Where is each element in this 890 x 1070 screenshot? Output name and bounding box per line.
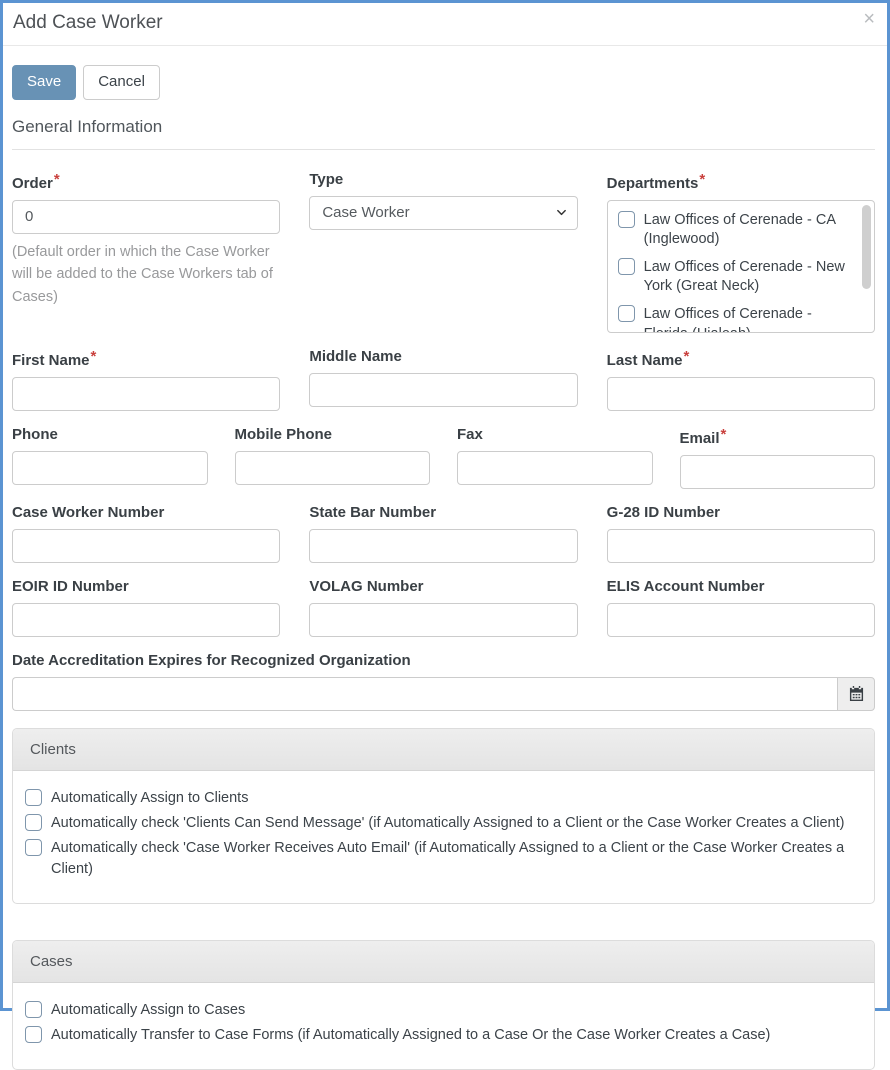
clients-panel-body: Automatically Assign to Clients Automati… bbox=[13, 771, 874, 903]
clients-checkbox-row[interactable]: Automatically check 'Clients Can Send Me… bbox=[25, 813, 862, 834]
first-name-input[interactable] bbox=[12, 377, 280, 411]
mobile-phone-label: Mobile Phone bbox=[235, 426, 431, 443]
fax-label: Fax bbox=[457, 426, 653, 443]
checkbox-label: Automatically check 'Case Worker Receive… bbox=[51, 838, 862, 880]
phone-label: Phone bbox=[12, 426, 208, 443]
field-last-name: Last Name* bbox=[607, 348, 875, 411]
save-button[interactable]: Save bbox=[12, 65, 76, 100]
section-title-general-information: General Information bbox=[12, 117, 875, 150]
elis-account-number-label: ELIS Account Number bbox=[607, 578, 875, 595]
department-checkbox[interactable] bbox=[618, 258, 635, 275]
date-accreditation-input[interactable] bbox=[12, 677, 837, 711]
field-type: Type Case Worker bbox=[309, 171, 577, 333]
order-label: Order* bbox=[12, 171, 280, 192]
field-phone: Phone bbox=[12, 426, 208, 489]
toolbar: Save Cancel bbox=[3, 46, 887, 100]
cancel-button[interactable]: Cancel bbox=[83, 65, 160, 100]
cases-checkbox-row[interactable]: Automatically Transfer to Case Forms (if… bbox=[25, 1025, 862, 1046]
department-option-label: Law Offices of Cerenade - New York (Grea… bbox=[644, 257, 854, 297]
phone-input[interactable] bbox=[12, 451, 208, 485]
required-asterisk: * bbox=[91, 348, 97, 365]
calendar-icon bbox=[849, 686, 864, 701]
required-asterisk: * bbox=[721, 426, 727, 443]
volag-number-label: VOLAG Number bbox=[309, 578, 577, 595]
department-option[interactable]: Law Offices of Cerenade - New York (Grea… bbox=[618, 257, 854, 297]
field-departments: Departments* Law Offices of Cerenade - C… bbox=[607, 171, 875, 333]
email-label: Email* bbox=[680, 426, 876, 447]
departments-scrollbar[interactable] bbox=[862, 205, 871, 289]
order-help-text: (Default order in which the Case Worker … bbox=[12, 241, 280, 308]
page-title: Add Case Worker bbox=[13, 12, 163, 33]
department-option-label: Law Offices of Cerenade - Florida (Hiale… bbox=[644, 304, 854, 333]
eoir-id-number-label: EOIR ID Number bbox=[12, 578, 280, 595]
field-first-name: First Name* bbox=[12, 348, 280, 411]
cases-checkbox-row[interactable]: Automatically Assign to Cases bbox=[25, 1000, 862, 1021]
type-label: Type bbox=[309, 171, 577, 188]
g28-id-number-label: G-28 ID Number bbox=[607, 504, 875, 521]
form-content: Order* (Default order in which the Case … bbox=[3, 171, 887, 711]
required-asterisk: * bbox=[699, 171, 705, 188]
fax-input[interactable] bbox=[457, 451, 653, 485]
checkbox-label: Automatically Transfer to Case Forms (if… bbox=[51, 1025, 770, 1046]
clients-panel: Clients Automatically Assign to Clients … bbox=[12, 728, 875, 904]
departments-listbox[interactable]: Law Offices of Cerenade - CA (Inglewood)… bbox=[607, 200, 875, 333]
auto-assign-cases-checkbox[interactable] bbox=[25, 1001, 42, 1018]
dialog-header: Add Case Worker × bbox=[3, 3, 887, 46]
field-order: Order* (Default order in which the Case … bbox=[12, 171, 280, 333]
middle-name-label: Middle Name bbox=[309, 348, 577, 365]
department-option[interactable]: Law Offices of Cerenade - CA (Inglewood) bbox=[618, 210, 854, 250]
clients-panel-header: Clients bbox=[13, 729, 874, 771]
field-case-worker-number: Case Worker Number bbox=[12, 504, 280, 563]
cases-panel: Cases Automatically Assign to Cases Auto… bbox=[12, 940, 875, 1070]
date-picker-button[interactable] bbox=[837, 677, 875, 711]
state-bar-number-input[interactable] bbox=[309, 529, 577, 563]
field-volag-number: VOLAG Number bbox=[309, 578, 577, 637]
field-date-accreditation: Date Accreditation Expires for Recognize… bbox=[12, 652, 875, 711]
elis-account-number-input[interactable] bbox=[607, 603, 875, 637]
last-name-label: Last Name* bbox=[607, 348, 875, 369]
required-asterisk: * bbox=[684, 348, 690, 365]
department-checkbox[interactable] bbox=[618, 305, 635, 322]
date-accreditation-label: Date Accreditation Expires for Recognize… bbox=[12, 652, 875, 669]
first-name-label: First Name* bbox=[12, 348, 280, 369]
state-bar-number-label: State Bar Number bbox=[309, 504, 577, 521]
type-select[interactable]: Case Worker bbox=[309, 196, 577, 230]
required-asterisk: * bbox=[54, 171, 60, 188]
department-checkbox[interactable] bbox=[618, 211, 635, 228]
case-worker-number-label: Case Worker Number bbox=[12, 504, 280, 521]
department-option[interactable]: Law Offices of Cerenade - Florida (Hiale… bbox=[618, 304, 854, 333]
order-input[interactable] bbox=[12, 200, 280, 234]
department-option-label: Law Offices of Cerenade - CA (Inglewood) bbox=[644, 210, 854, 250]
cases-panel-header: Cases bbox=[13, 941, 874, 983]
close-icon[interactable]: × bbox=[863, 9, 875, 29]
field-email: Email* bbox=[680, 426, 876, 489]
checkbox-label: Automatically Assign to Cases bbox=[51, 1000, 245, 1021]
field-middle-name: Middle Name bbox=[309, 348, 577, 411]
email-input[interactable] bbox=[680, 455, 876, 489]
auto-transfer-case-forms-checkbox[interactable] bbox=[25, 1026, 42, 1043]
clients-can-send-message-checkbox[interactable] bbox=[25, 814, 42, 831]
volag-number-input[interactable] bbox=[309, 603, 577, 637]
field-g28-id-number: G-28 ID Number bbox=[607, 504, 875, 563]
mobile-phone-input[interactable] bbox=[235, 451, 431, 485]
checkbox-label: Automatically Assign to Clients bbox=[51, 788, 248, 809]
eoir-id-number-input[interactable] bbox=[12, 603, 280, 637]
auto-assign-clients-checkbox[interactable] bbox=[25, 789, 42, 806]
field-fax: Fax bbox=[457, 426, 653, 489]
last-name-input[interactable] bbox=[607, 377, 875, 411]
departments-label: Departments* bbox=[607, 171, 875, 192]
clients-checkbox-row[interactable]: Automatically Assign to Clients bbox=[25, 788, 862, 809]
g28-id-number-input[interactable] bbox=[607, 529, 875, 563]
field-eoir-id-number: EOIR ID Number bbox=[12, 578, 280, 637]
middle-name-input[interactable] bbox=[309, 373, 577, 407]
case-worker-number-input[interactable] bbox=[12, 529, 280, 563]
field-mobile-phone: Mobile Phone bbox=[235, 426, 431, 489]
case-worker-receives-auto-email-checkbox[interactable] bbox=[25, 839, 42, 856]
checkbox-label: Automatically check 'Clients Can Send Me… bbox=[51, 813, 844, 834]
clients-checkbox-row[interactable]: Automatically check 'Case Worker Receive… bbox=[25, 838, 862, 880]
field-elis-account-number: ELIS Account Number bbox=[607, 578, 875, 637]
cases-panel-body: Automatically Assign to Cases Automatica… bbox=[13, 983, 874, 1069]
field-state-bar-number: State Bar Number bbox=[309, 504, 577, 563]
